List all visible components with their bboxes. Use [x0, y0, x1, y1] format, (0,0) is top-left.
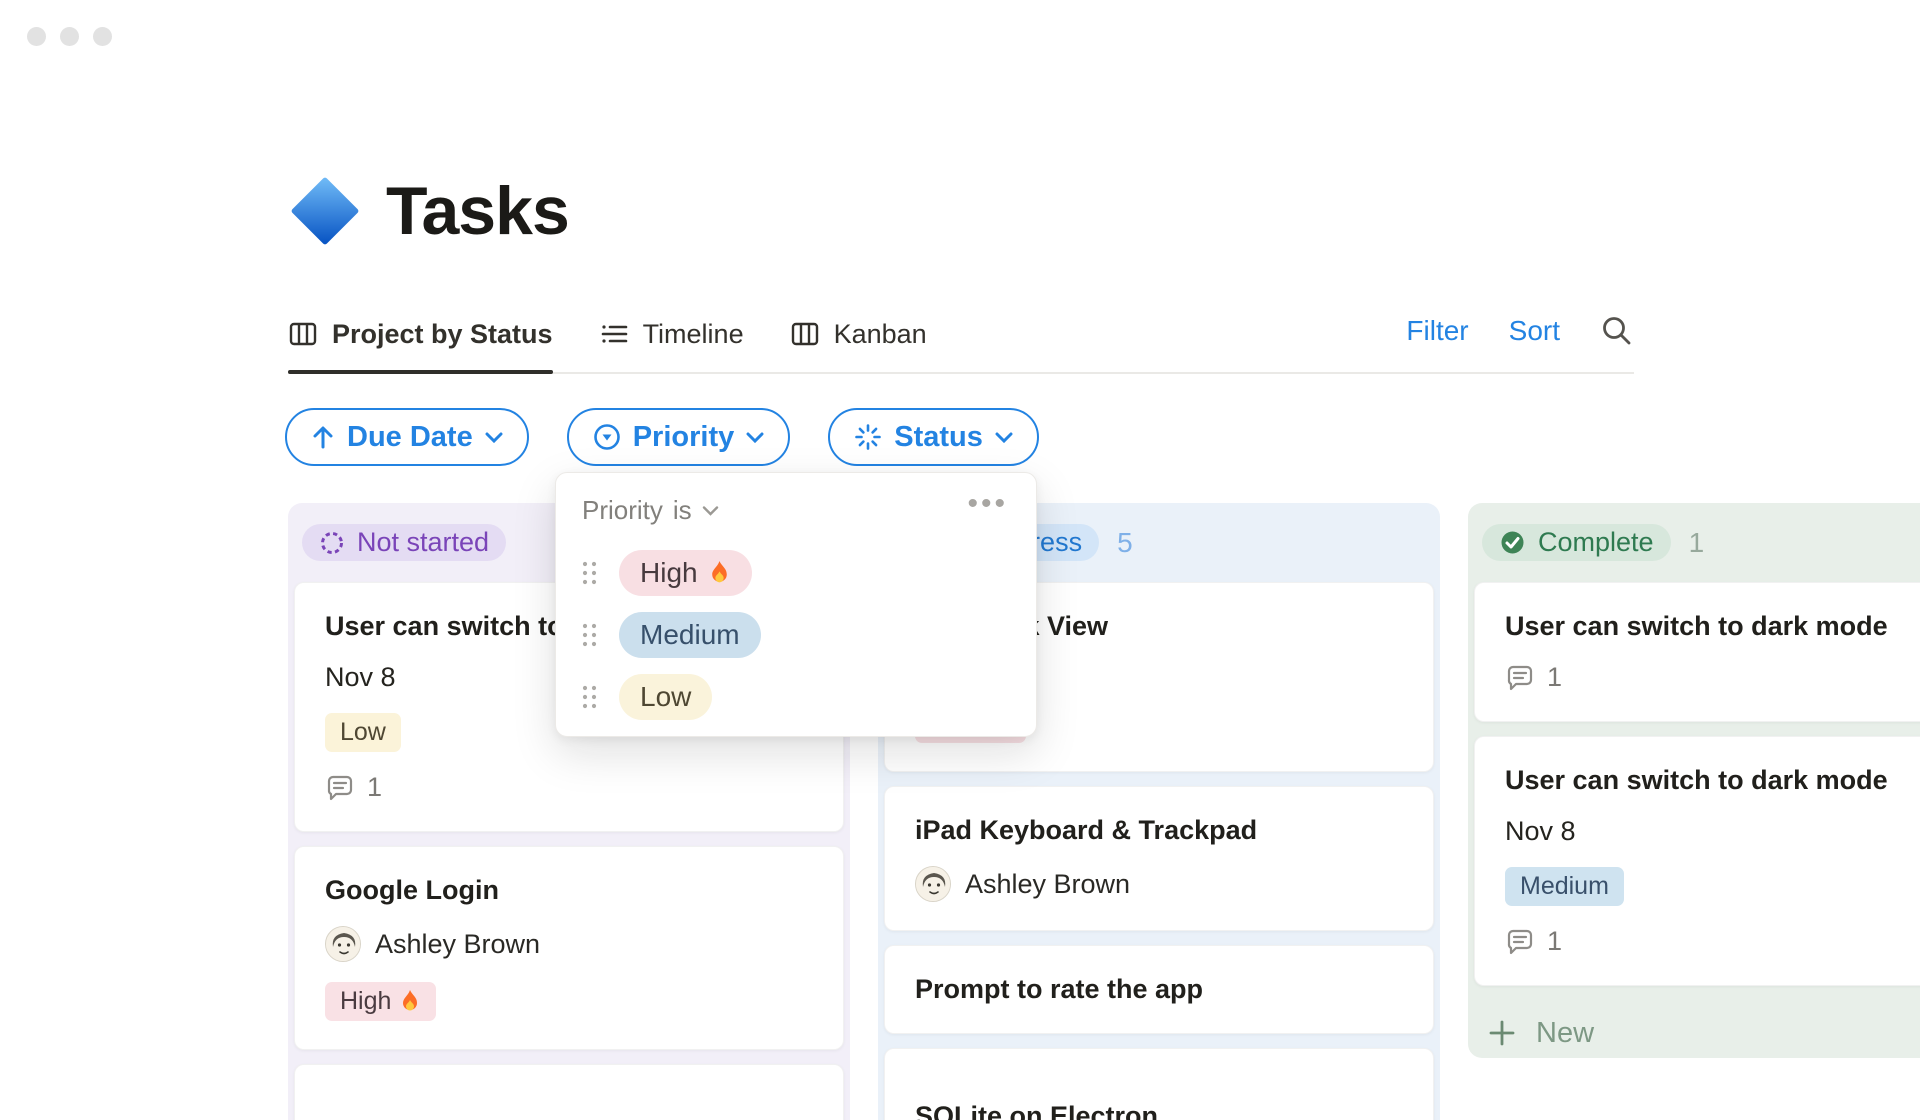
plus-icon	[1489, 1020, 1515, 1046]
filter-pill-label: Priority	[632, 420, 735, 453]
priority-tag-medium: Medium	[1505, 867, 1624, 907]
priority-tag-high: High	[325, 982, 437, 1022]
page-title: Tasks	[386, 173, 570, 249]
arrow-up-icon	[311, 424, 335, 450]
new-card-label: New	[1536, 1016, 1595, 1049]
tab-kanban[interactable]: Kanban	[790, 312, 927, 372]
assignee-name: Ashley Brown	[375, 928, 541, 959]
task-card[interactable]: User can switch to dark mode Nov 8 Mediu…	[1474, 736, 1920, 987]
status-badge-not-started[interactable]: Not started	[302, 524, 507, 561]
filter-pill-label: Due Date	[347, 420, 473, 453]
comment-count: 1	[1505, 662, 1920, 693]
comment-count: 1	[325, 772, 813, 803]
assignee-name: Ashley Brown	[965, 868, 1131, 899]
sort-button[interactable]: Sort	[1509, 315, 1560, 347]
card-title: User can switch to dark mode	[1505, 765, 1888, 796]
window-controls	[27, 27, 112, 46]
filter-pill-row: Due Date Priority Status	[285, 408, 1039, 466]
dropdown-option-low[interactable]: Low	[582, 666, 1010, 728]
chevron-down-icon	[746, 431, 764, 443]
filter-pill-label: Status	[894, 420, 983, 453]
tab-project-by-status[interactable]: Project by Status	[288, 312, 553, 374]
window-close-button[interactable]	[27, 27, 46, 46]
task-card[interactable]: Google Login Ashley Brown High	[294, 846, 844, 1051]
column-count: 5	[1117, 526, 1133, 558]
avatar	[915, 866, 951, 903]
dashed-circle-icon	[321, 531, 343, 554]
card-title: SQLite on Electron	[915, 1101, 1159, 1120]
chevron-down-icon	[702, 506, 718, 516]
column-count: 1	[1688, 526, 1705, 558]
page-header: Tasks	[290, 172, 570, 250]
priority-filter-dropdown: Priority is ••• High Medium Low	[555, 472, 1037, 737]
filter-button[interactable]: Filter	[1406, 315, 1468, 347]
dropdown-option-high[interactable]: High	[582, 542, 1010, 604]
card-title: iPad Keyboard & Trackpad	[915, 815, 1258, 845]
timeline-icon	[599, 319, 629, 349]
task-card[interactable]: SQLite on Electron	[884, 1048, 1434, 1120]
window-minimize-button[interactable]	[60, 27, 79, 46]
assignee: Ashley Brown	[915, 866, 1403, 903]
dropdown-header[interactable]: Priority is	[582, 495, 1010, 526]
card-title: User can switch to dark mode	[1505, 611, 1888, 641]
spinner-icon	[854, 423, 882, 451]
dropdown-option-medium[interactable]: Medium	[582, 604, 1010, 666]
card-title: Prompt to rate the app	[915, 974, 1204, 1005]
board-icon	[288, 319, 318, 349]
task-card[interactable]: Prompt to rate the app	[884, 945, 1434, 1035]
dropdown-field-label: Priority	[582, 495, 663, 525]
check-circle-icon	[1501, 531, 1524, 554]
app-window: Tasks Project by Status Timeline Kanban …	[0, 0, 1920, 1120]
task-card[interactable]: User can switch to dark mode 1	[1474, 582, 1920, 723]
card-due-date: Nov 8	[1505, 816, 1576, 847]
priority-filter-pill[interactable]: Priority	[566, 408, 791, 466]
comment-icon	[327, 775, 353, 800]
board-icon	[790, 319, 820, 349]
search-icon[interactable]	[1600, 314, 1634, 348]
task-card[interactable]: iPad Keyboard & Trackpad Ashley Brown	[884, 786, 1434, 932]
task-card[interactable]: Anonymous user shouldn’t be able	[294, 1064, 844, 1120]
card-title: Google Login	[325, 875, 499, 906]
view-tabs-bar: Project by Status Timeline Kanban Filter…	[288, 312, 1634, 374]
drag-handle-icon	[582, 685, 597, 709]
priority-circle-icon	[593, 423, 621, 451]
tab-label: Timeline	[642, 318, 744, 349]
dropdown-operator-label: is	[672, 495, 692, 525]
comment-icon	[1507, 665, 1533, 690]
assignee: Ashley Brown	[325, 926, 813, 963]
flame-icon	[711, 560, 727, 582]
new-card-button[interactable]: New	[1474, 998, 1920, 1068]
avatar	[325, 926, 361, 963]
status-filter-pill[interactable]: Status	[828, 408, 1039, 466]
due-date-filter-pill[interactable]: Due Date	[285, 408, 529, 466]
tab-label: Project by Status	[332, 318, 553, 349]
chevron-down-icon	[485, 431, 503, 443]
drag-handle-icon	[582, 561, 597, 585]
dropdown-more-button[interactable]: •••	[967, 487, 1008, 521]
comment-count: 1	[1505, 926, 1920, 957]
comment-icon	[1507, 929, 1533, 954]
priority-tag-low: Low	[325, 713, 401, 753]
flame-icon	[403, 989, 418, 1011]
chevron-down-icon	[995, 431, 1013, 443]
drag-handle-icon	[582, 623, 597, 647]
window-zoom-button[interactable]	[93, 27, 112, 46]
column-complete: Complete 1 User can switch to dark mode …	[1468, 503, 1920, 1058]
tab-label: Kanban	[833, 318, 927, 349]
tab-timeline[interactable]: Timeline	[599, 312, 744, 372]
status-badge-complete[interactable]: Complete	[1482, 524, 1671, 561]
column-header: Complete 1	[1474, 503, 1920, 582]
blue-diamond-icon	[290, 176, 360, 246]
